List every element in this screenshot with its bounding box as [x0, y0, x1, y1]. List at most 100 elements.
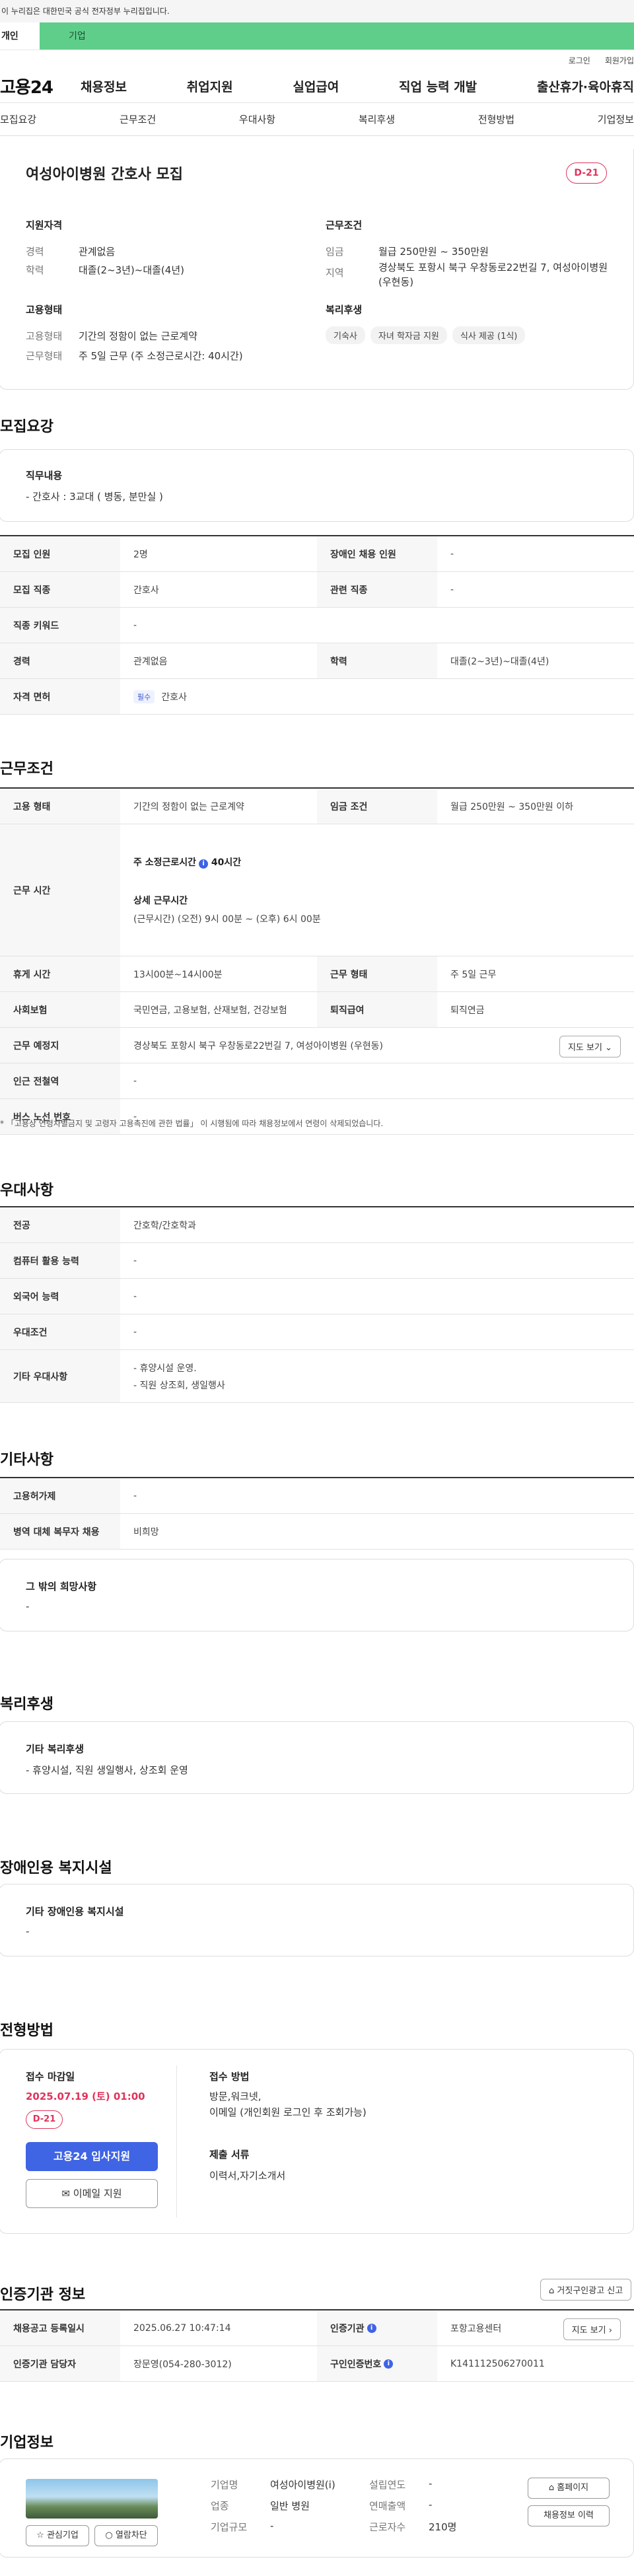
gnb-item-employment-support[interactable]: 취업지원 — [187, 77, 233, 95]
anchor-tab-recruit[interactable]: 모집요강 — [0, 112, 36, 126]
report-icon: ⌂ — [549, 2286, 555, 2296]
edu-value: 대졸(2~3년)~대졸(4년) — [79, 264, 184, 276]
apply-button[interactable]: 고용24 입사지원 — [26, 2142, 158, 2171]
major-label: 전공 — [0, 1207, 120, 1242]
info-icon[interactable]: i — [367, 2323, 376, 2333]
work-time-cell: 주 소정근로시간 i 40시간 상세 근무시간 (근무시간) (오전) 9시 00… — [120, 824, 634, 956]
retirement-label: 퇴직급여 — [317, 992, 437, 1027]
site-logo[interactable]: 고용24 — [0, 74, 81, 98]
major-value: 간호학/간호학과 — [133, 1220, 196, 1231]
join-link[interactable]: 회원가입 — [605, 55, 634, 66]
company-card: ☆ 관심기업 ○ 열람차단 기업명 여성아이병원(i) 설립연도 - 업종 일반… — [0, 2458, 634, 2558]
anchor-tab-welfare[interactable]: 복리후생 — [359, 112, 395, 126]
wish-card: 그 밖의 희망사항 - — [0, 1559, 634, 1631]
info-icon[interactable]: i — [384, 2359, 394, 2369]
weekly-hours-label: 주 소정근로시간 — [133, 857, 197, 868]
homepage-button[interactable]: ⌂ 홈페이지 — [528, 2478, 610, 2499]
process-card: 접수 마감일 2025.07.19 (토) 01:00 D-21 고용24 입사… — [0, 2049, 634, 2234]
subway-label: 인근 전철역 — [0, 1063, 120, 1098]
gnb-item-unemployment-benefit[interactable]: 실업급여 — [293, 77, 339, 95]
process-section-title: 전형방법 — [0, 2022, 53, 2039]
anchor-tabs: 모집요강 근무조건 우대사항 복리후생 전형방법 기업정보 — [0, 103, 634, 136]
recruit-table: 모집 인원 2명 장애인 채용 인원 - 모집 직종 간호사 관련 직종 - 직… — [0, 535, 634, 715]
insurance-label: 사회보험 — [0, 992, 120, 1027]
welfare-etc-heading: 기타 복리후생 — [26, 1743, 85, 1755]
founded-label: 설립연도 — [369, 2479, 406, 2491]
star-icon: ☆ — [36, 2530, 44, 2540]
tab-business[interactable]: 기업 — [40, 22, 634, 50]
reg-date-value: 2025.06.27 10:47:14 — [133, 2322, 231, 2334]
anchor-tab-process[interactable]: 전형방법 — [478, 112, 514, 126]
count-value: 2명 — [133, 549, 148, 560]
util-nav: 로그인 회원가입 — [0, 50, 634, 70]
industry-label: 업종 — [211, 2500, 229, 2512]
other-table: 고용허가제 - 병역 대체 복무자 채용 비희망 — [0, 1477, 634, 1550]
company-name-value: 여성아이병원(i) — [270, 2479, 335, 2491]
work-time-label: 근무 시간 — [0, 824, 120, 956]
gnb-item-training[interactable]: 직업 능력 개발 — [399, 77, 477, 95]
wish-heading: 그 밖의 희망사항 — [26, 1581, 97, 1592]
method-line: 방문,워크넷, — [209, 2091, 262, 2102]
agency-map-label: 지도 보기 — [571, 2326, 606, 2336]
welfare-section-title: 복리후생 — [0, 1696, 53, 1713]
anchor-tab-prefer[interactable]: 우대사항 — [239, 112, 275, 126]
military-label: 병역 대체 복무자 채용 — [0, 1514, 120, 1549]
prefer-table: 전공 간호학/간호학과 컴퓨터 활용 능력 - 외국어 능력 - 우대조건 - 기타 우… — [0, 1206, 634, 1403]
deadline-heading: 접수 마감일 — [26, 2071, 75, 2083]
email-apply-button[interactable]: ✉ 이메일 지원 — [26, 2179, 158, 2208]
prefer-etc-line: - 휴양시설 운영. — [133, 1363, 197, 1374]
edu-row-label: 학력 — [317, 643, 437, 678]
edu-row-value: 대졸(2~3년)~대졸(4년) — [450, 656, 549, 667]
location-value: 경상북도 포항시 북구 우창동로22번길 7, 여성아이병원 (우현동) — [378, 262, 608, 288]
agency-label: 인증기관 i — [317, 2310, 437, 2345]
map-button-label: 지도 보기 — [567, 1043, 602, 1053]
agency-map-button[interactable]: 지도 보기 › — [563, 2318, 621, 2340]
detail-hours-value: (근무시간) (오전) 9시 00분 ~ (오후) 6시 00분 — [133, 913, 321, 925]
map-button[interactable]: 지도 보기 ⌄ — [559, 1036, 621, 1057]
gnb-item-parental-leave[interactable]: 출산휴가·육아휴직 — [537, 77, 634, 95]
wage-cond-value: 월급 250만원 ~ 350만원 이하 — [450, 801, 574, 812]
subway-value: - — [133, 1075, 137, 1087]
bus-label: 버스 노선 번호 — [0, 1099, 120, 1134]
deadline-value: 2025.07.19 (토) 01:00 — [26, 2091, 145, 2102]
job-value: 간호사 — [133, 585, 159, 596]
report-button-label: 거짓구인광고 신고 — [557, 2286, 623, 2296]
info-icon[interactable]: i — [199, 859, 209, 869]
duty-heading: 직무내용 — [26, 470, 63, 482]
block-view-button[interactable]: ○ 열람차단 — [94, 2525, 158, 2546]
insurance-value: 국민연금, 고용보험, 산재보험, 건강보험 — [133, 1005, 287, 1016]
career-row-label: 경력 — [0, 643, 120, 678]
agency-section-title: 인증기관 정보 — [0, 2287, 86, 2303]
job-title: 여성아이병원 간호사 모집 — [26, 166, 183, 183]
welfare-chip: 자녀 학자금 지원 — [370, 326, 447, 344]
company-size-label: 기업규모 — [211, 2521, 248, 2533]
job-history-button[interactable]: 채용정보 이력 — [528, 2505, 610, 2526]
disabled-fac-card: 기타 장애인용 복지시설 - — [0, 1884, 634, 1956]
prefer-cond-label: 우대조건 — [0, 1314, 120, 1349]
work-type-value: 주 5일 근무 (주 소정근로시간: 40시간) — [79, 350, 243, 362]
disabled-fac-value: - — [26, 1925, 30, 1937]
anchor-tab-conditions[interactable]: 근무조건 — [120, 112, 156, 126]
anchor-tab-company[interactable]: 기업정보 — [598, 112, 634, 126]
related-job-label: 관련 직종 — [317, 572, 437, 607]
disabled-fac-section-title: 장애인용 복지시설 — [0, 1860, 112, 1877]
emp-form-label: 고용 형태 — [0, 789, 120, 824]
welfare-heading: 복리후생 — [326, 304, 363, 316]
tab-personal[interactable]: 개인 — [0, 22, 40, 50]
work-form-label: 근무 형태 — [317, 956, 437, 991]
language-label: 외국어 능력 — [0, 1279, 120, 1314]
prefer-etc-label: 기타 우대사항 — [0, 1350, 120, 1402]
other-section-title: 기타사항 — [0, 1452, 53, 1468]
related-job-value: - — [450, 584, 454, 595]
company-size-value: - — [270, 2520, 274, 2532]
location-label: 지역 — [326, 267, 344, 279]
sales-label: 연매출액 — [369, 2500, 406, 2512]
gnb-item-jobs[interactable]: 채용정보 — [81, 77, 127, 95]
detail-hours-heading: 상세 근무시간 — [133, 895, 188, 906]
report-button[interactable]: ⌂ 거짓구인광고 신고 — [540, 2279, 632, 2301]
interest-company-button[interactable]: ☆ 관심기업 — [26, 2525, 89, 2546]
reg-date-label: 채용공고 등록일시 — [0, 2310, 120, 2345]
login-link[interactable]: 로그인 — [569, 55, 590, 66]
site-tabs: 개인 기업 — [0, 22, 634, 50]
wish-value: - — [26, 1600, 30, 1612]
